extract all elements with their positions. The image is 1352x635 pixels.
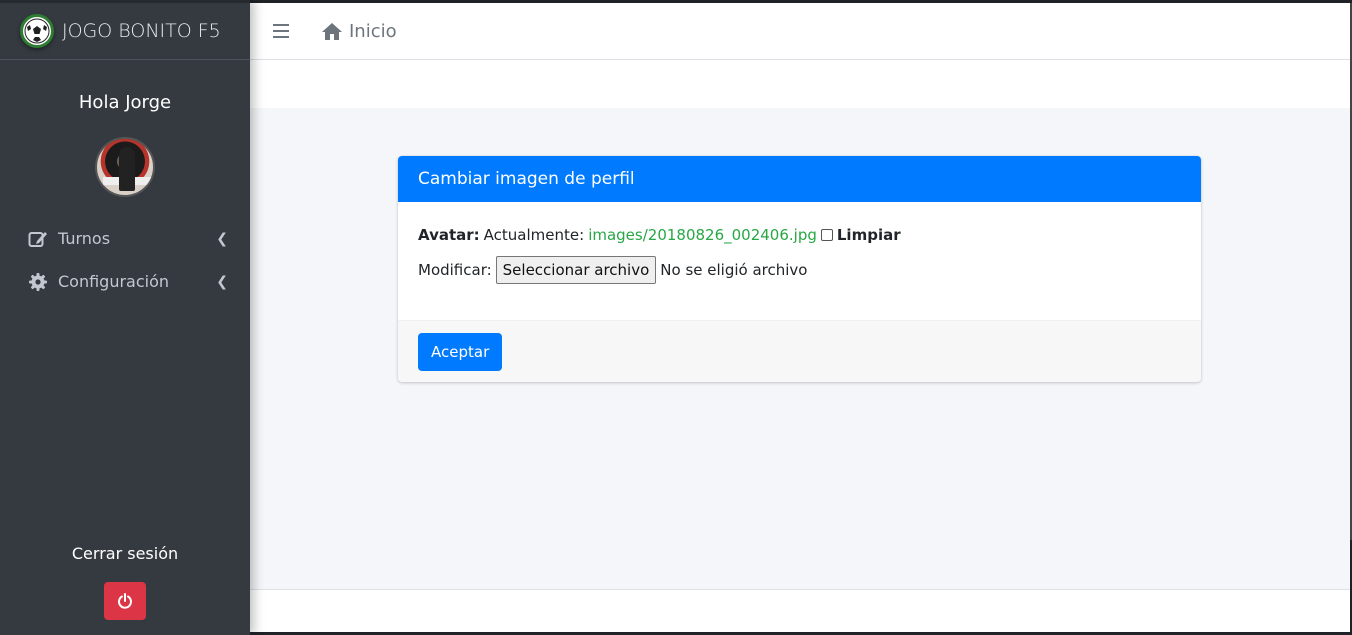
brand-text: JOGO BONITO F5 bbox=[62, 20, 221, 42]
top-navbar: Inicio bbox=[250, 3, 1350, 60]
sidebar: JOGO BONITO F5 Hola Jorge Turnos ❮ Confi… bbox=[0, 0, 250, 635]
current-file-link[interactable]: images/20180826_002406.jpg bbox=[588, 226, 817, 244]
home-link[interactable]: Inicio bbox=[321, 21, 397, 42]
user-avatar bbox=[95, 137, 155, 197]
submit-button[interactable]: Aceptar bbox=[418, 332, 503, 371]
current-label: Actualmente: bbox=[483, 226, 585, 244]
clear-checkbox[interactable] bbox=[820, 229, 833, 241]
choose-file-button[interactable]: Seleccionar archivo bbox=[495, 256, 657, 284]
main-content: Cambiar imagen de perfil Avatar: Actualm… bbox=[250, 108, 1350, 589]
no-file-text: No se eligió archivo bbox=[660, 261, 808, 279]
sidebar-item-label: Configuración bbox=[58, 272, 170, 291]
card-title: Cambiar imagen de perfil bbox=[398, 156, 1201, 202]
home-link-label: Inicio bbox=[349, 20, 397, 42]
soccer-ball-icon bbox=[20, 14, 54, 48]
card-footer: Aceptar bbox=[398, 320, 1201, 382]
gear-icon bbox=[29, 272, 47, 291]
user-greeting: Hola Jorge bbox=[78, 92, 172, 113]
page-footer bbox=[250, 589, 1350, 632]
clear-label: Limpiar bbox=[836, 226, 901, 244]
sidebar-item-turnos[interactable]: Turnos ❮ bbox=[0, 217, 250, 260]
avatar-row: Avatar: Actualmente: images/20180826_002… bbox=[418, 224, 1181, 246]
hamburger-menu-icon[interactable] bbox=[273, 24, 289, 38]
avatar-label: Avatar: bbox=[418, 226, 480, 244]
app-window: JOGO BONITO F5 Hola Jorge Turnos ❮ Confi… bbox=[0, 0, 1352, 635]
sidebar-nav: Turnos ❮ Configuración ❮ bbox=[0, 217, 250, 303]
modify-row: Modificar: Seleccionar archivo No se eli… bbox=[418, 256, 1181, 284]
content-header bbox=[250, 60, 1350, 108]
edit-icon bbox=[28, 231, 47, 247]
chevron-left-icon: ❮ bbox=[216, 230, 228, 247]
logout-button[interactable] bbox=[104, 582, 146, 620]
profile-image-card: Cambiar imagen de perfil Avatar: Actualm… bbox=[398, 156, 1201, 382]
sidebar-item-label: Turnos bbox=[58, 229, 111, 248]
chevron-left-icon: ❮ bbox=[216, 273, 228, 290]
sidebar-item-configuracion[interactable]: Configuración ❮ bbox=[0, 260, 250, 303]
logout-label: Cerrar sesión bbox=[71, 544, 179, 563]
modify-label: Modificar: bbox=[418, 261, 492, 279]
brand[interactable]: JOGO BONITO F5 bbox=[0, 0, 250, 60]
card-body: Avatar: Actualmente: images/20180826_002… bbox=[398, 202, 1201, 320]
power-icon bbox=[118, 593, 132, 609]
home-icon bbox=[322, 22, 342, 40]
